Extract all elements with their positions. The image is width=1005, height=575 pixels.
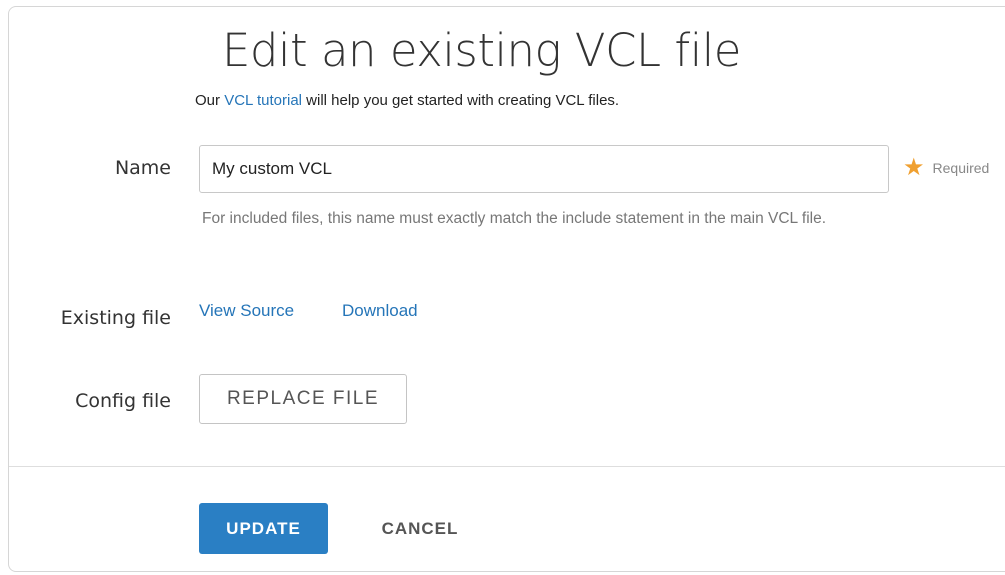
required-text: Required <box>932 160 990 176</box>
dialog-title: Edit an existing VCL file <box>222 24 741 77</box>
dialog-subtitle: Our VCL tutorial will help you get start… <box>195 92 619 109</box>
required-indicator: ★ Required <box>903 154 990 181</box>
existing-file-label: Existing file <box>60 307 171 329</box>
edit-vcl-dialog <box>8 6 1005 572</box>
download-link[interactable]: Download <box>342 301 418 321</box>
cancel-button[interactable]: CANCEL <box>360 503 480 554</box>
view-source-link[interactable]: View Source <box>199 301 294 321</box>
config-file-label: Config file <box>75 390 171 412</box>
name-label: Name <box>114 157 171 179</box>
subtitle-suffix: will help you get started with creating … <box>302 92 620 109</box>
name-help-text: For included files, this name must exact… <box>202 210 827 227</box>
subtitle-prefix: Our <box>195 92 225 109</box>
vcl-tutorial-link[interactable]: VCL tutorial <box>224 92 302 109</box>
update-button[interactable]: UPDATE <box>199 503 328 554</box>
required-star-icon: ★ <box>903 154 925 181</box>
replace-file-button[interactable]: REPLACE FILE <box>199 374 407 424</box>
footer-divider <box>9 466 1005 467</box>
name-input[interactable] <box>199 145 889 193</box>
